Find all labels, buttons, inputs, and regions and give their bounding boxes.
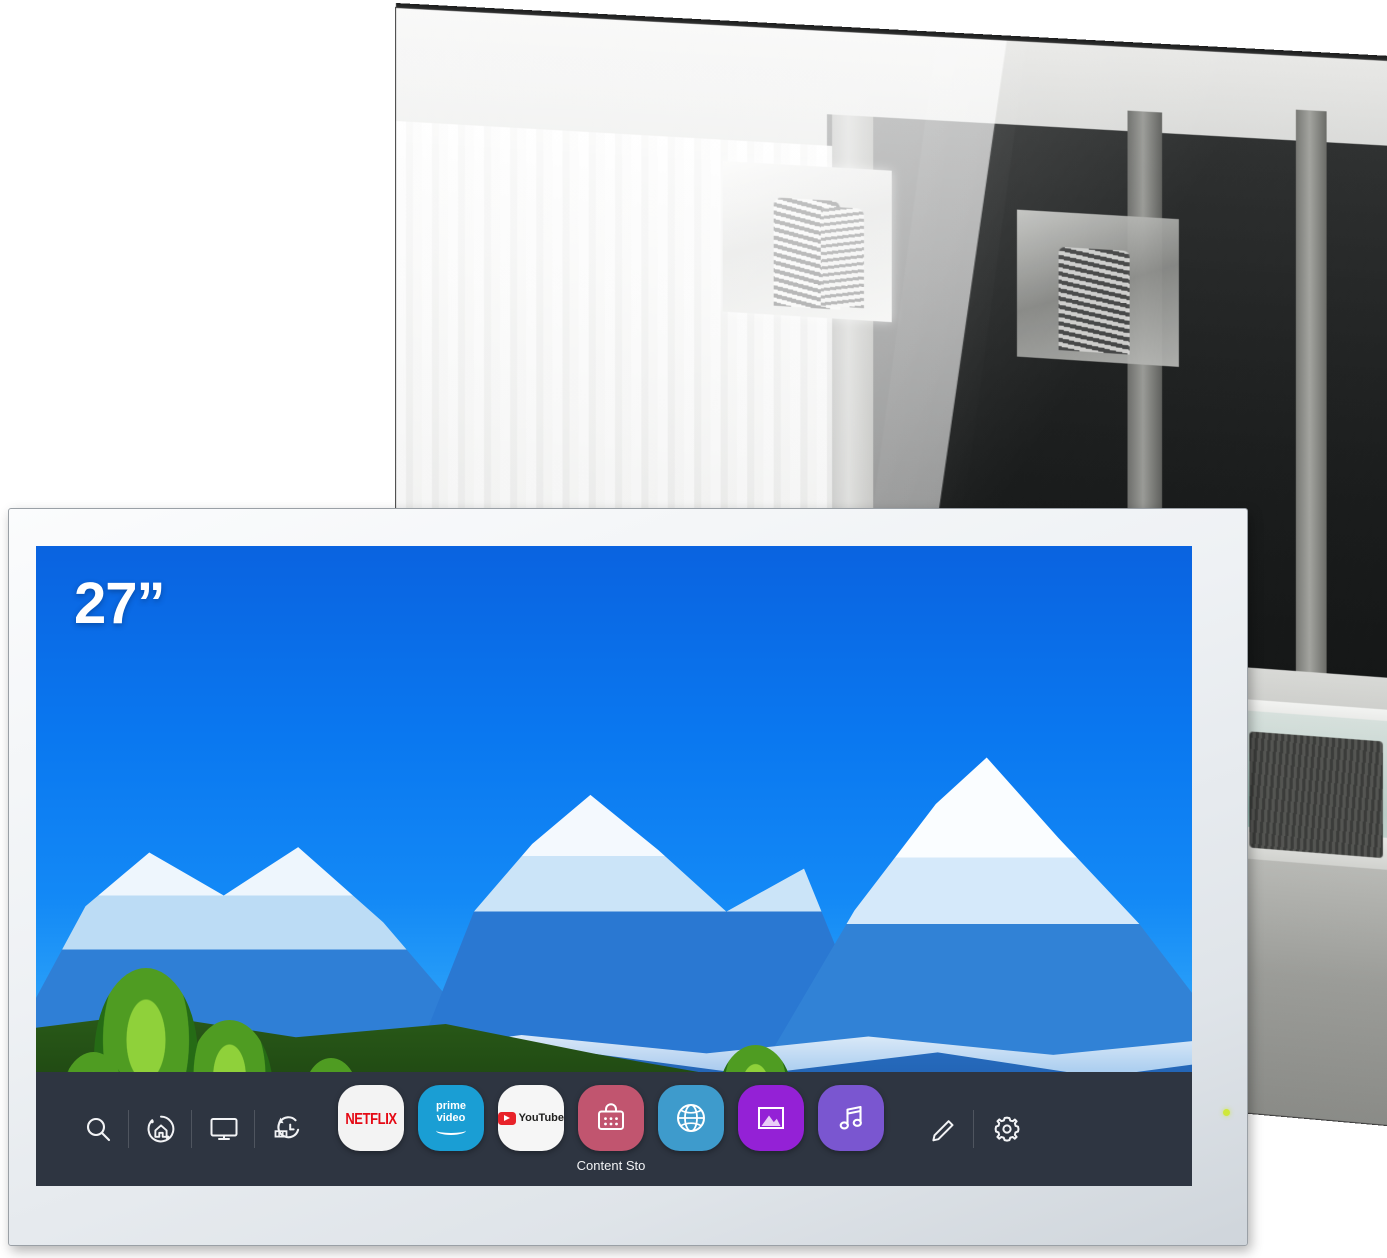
smart-tv-unit: 27” NETFLIX prime video YouTube Content … [8,508,1248,1246]
search-button[interactable] [66,1098,129,1160]
scene-tv-figure-c [1058,247,1130,355]
system-button-group [66,1098,318,1160]
youtube-play-icon [498,1111,516,1125]
prime-video-tile[interactable]: prime video [418,1085,484,1151]
scene-wall-tv-left [722,160,892,323]
image-icon [754,1101,788,1135]
home-dashboard-button[interactable] [128,1098,192,1160]
recents-icon [271,1114,303,1144]
app-prime-video[interactable]: prime video [418,1085,484,1151]
screen-size-badge: 27” [74,571,166,636]
right-button-group [912,1098,1038,1160]
tv-input-button[interactable] [191,1098,255,1160]
settings-button[interactable] [973,1098,1038,1160]
amazon-smile-icon [436,1126,466,1135]
netflix-tile[interactable]: NETFLIX [338,1085,404,1151]
product-photo-stage: 27” NETFLIX prime video YouTube Content … [0,0,1387,1258]
app-youtube[interactable]: YouTube [498,1085,564,1151]
app-netflix[interactable]: NETFLIX [338,1085,404,1151]
youtube-tile[interactable]: YouTube [498,1085,564,1151]
launcher-bar: NETFLIX prime video YouTube Content Sto [36,1072,1192,1186]
app-web-browser[interactable] [658,1085,724,1151]
content-store-label: Content Sto [576,1158,646,1173]
scene-pillar-right [1295,109,1327,727]
gear-icon [991,1113,1023,1145]
recents-button[interactable] [254,1098,318,1160]
search-icon [83,1114,113,1144]
app-tile-group: NETFLIX prime video YouTube Content Sto [338,1085,884,1173]
netflix-wordmark: NETFLIX [345,1109,397,1127]
globe-icon [673,1100,709,1136]
photo-video-tile[interactable] [738,1085,804,1151]
scene-tv-figure-b [820,205,865,309]
scene-woven-basket [1249,731,1384,859]
web-browser-tile[interactable] [658,1085,724,1151]
prime-video-wordmark-line1: prime [436,1100,466,1112]
app-photo-video[interactable] [738,1085,804,1151]
app-music[interactable] [818,1085,884,1151]
tv-input-icon [208,1114,240,1144]
music-tile[interactable] [818,1085,884,1151]
shopping-bag-icon [593,1100,629,1136]
power-led-indicator [1223,1109,1230,1116]
scene-wall-tv-right [1016,209,1179,367]
app-content-store[interactable]: Content Sto [577,1085,645,1173]
youtube-wordmark: YouTube [518,1112,564,1124]
home-dashboard-icon [145,1113,177,1145]
prime-video-wordmark-line2: video [436,1111,466,1124]
tv-screen: 27” NETFLIX prime video YouTube Content … [36,546,1192,1186]
music-note-icon [834,1101,868,1135]
edit-pencil-icon [929,1114,959,1144]
edit-button[interactable] [912,1098,975,1160]
content-store-tile[interactable] [578,1085,644,1151]
